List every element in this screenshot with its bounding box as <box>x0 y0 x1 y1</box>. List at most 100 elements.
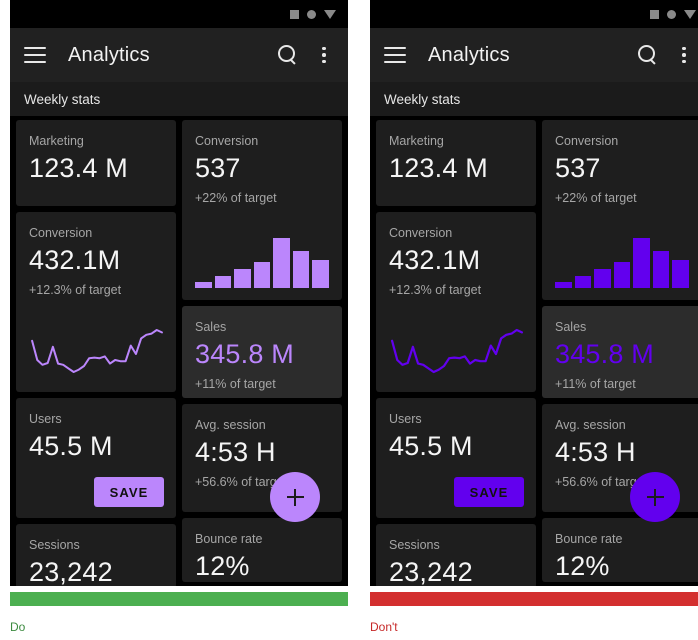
grid-column-right: Conversion 537 +22% of target Sales 345.… <box>182 120 342 586</box>
section-header-label: Weekly stats <box>24 91 101 107</box>
add-button[interactable] <box>270 472 320 522</box>
bar-7 <box>312 260 330 288</box>
card-value: 4:53 H <box>195 437 276 467</box>
card-label: Marketing <box>389 134 444 148</box>
bar-3 <box>234 268 251 288</box>
bar-6 <box>292 251 310 288</box>
bar-2 <box>574 275 592 288</box>
card-label: Bounce rate <box>195 532 263 546</box>
card-grid: Marketing 123.4 M Conversion 432.1M +12.… <box>370 116 698 586</box>
card-value: 123.4 M <box>389 153 488 183</box>
card-marketing[interactable]: Marketing 123.4 M <box>16 120 176 206</box>
bar-1 <box>555 282 572 288</box>
card-bounce-rate[interactable]: Bounce rate 12% <box>182 518 342 582</box>
grid-column-right: Conversion 537 +22% of target Sales 345.… <box>542 120 698 586</box>
square-icon <box>650 9 659 19</box>
card-value: 12% <box>555 551 610 581</box>
card-label: Avg. session <box>195 418 266 432</box>
card-conversion-432[interactable]: Conversion 432.1M +12.3% of target <box>16 212 176 392</box>
bar-4 <box>613 262 631 288</box>
card-label: Users <box>389 412 422 426</box>
card-value: 45.5 M <box>29 431 113 461</box>
do-label: Do <box>10 620 26 634</box>
overflow-menu-icon[interactable] <box>674 45 694 65</box>
card-value: 345.8 M <box>555 339 654 369</box>
hamburger-menu-icon[interactable] <box>384 47 406 63</box>
card-bounce-rate[interactable]: Bounce rate 12% <box>542 518 698 582</box>
plus-icon <box>646 488 664 506</box>
bar-5 <box>273 237 290 288</box>
save-button[interactable]: SAVE <box>454 477 524 507</box>
square-icon <box>290 9 299 19</box>
card-conversion-432[interactable]: Conversion 432.1M +12.3% of target <box>376 212 536 392</box>
card-value: 345.8 M <box>195 339 294 369</box>
card-users[interactable]: Users 45.5 M SAVE <box>376 398 536 518</box>
card-sales[interactable]: Sales 345.8 M +11% of target <box>542 306 698 398</box>
card-label: Marketing <box>29 134 84 148</box>
page-title: Analytics <box>68 43 150 66</box>
dont-panel: Analytics Weekly stats Marketing 123.4 M… <box>370 0 698 586</box>
card-subtext: +12.3% of target <box>29 283 122 297</box>
card-label: Bounce rate <box>555 532 623 546</box>
card-value: 432.1M <box>389 245 481 275</box>
bar-6 <box>652 251 670 288</box>
card-value: 23,242 <box>389 557 473 586</box>
bar-3 <box>594 268 611 288</box>
bar-chart-light <box>195 232 330 288</box>
card-label: Sales <box>555 320 587 334</box>
card-subtext: +22% of target <box>195 191 277 205</box>
card-subtext: +22% of target <box>555 191 637 205</box>
grid-column-left: Marketing 123.4 M Conversion 432.1M +12.… <box>16 120 176 586</box>
card-label: Avg. session <box>555 418 626 432</box>
search-icon[interactable] <box>276 44 298 66</box>
dont-indicator-bar <box>370 592 698 606</box>
section-header: Weekly stats <box>10 82 348 116</box>
card-value: 12% <box>195 551 250 581</box>
bar-1 <box>195 282 212 288</box>
card-value: 23,242 <box>29 557 113 586</box>
card-sales[interactable]: Sales 345.8 M +11% of target <box>182 306 342 398</box>
bar-4 <box>253 262 271 288</box>
sparkline-chart-deep <box>386 312 528 384</box>
card-label: Conversion <box>555 134 619 148</box>
dont-label: Don't <box>370 620 398 634</box>
section-header: Weekly stats <box>370 82 698 116</box>
save-button[interactable]: SAVE <box>94 477 164 507</box>
add-button[interactable] <box>630 472 680 522</box>
do-indicator-bar <box>10 592 348 606</box>
card-label: Conversion <box>389 226 453 240</box>
app-bar: Analytics <box>370 28 698 82</box>
circle-icon <box>307 9 316 19</box>
comparison-figure: Analytics Weekly stats Marketing 123.4 M… <box>0 0 698 640</box>
overflow-menu-icon[interactable] <box>314 45 334 65</box>
bar-7 <box>672 260 690 288</box>
card-marketing[interactable]: Marketing 123.4 M <box>376 120 536 206</box>
card-label: Sessions <box>389 538 440 552</box>
circle-icon <box>667 9 676 19</box>
triangle-down-icon <box>684 9 696 19</box>
card-label: Sessions <box>29 538 80 552</box>
bar-5 <box>633 237 650 288</box>
card-conversion-537[interactable]: Conversion 537 +22% of target <box>182 120 342 300</box>
bar-chart-deep <box>555 232 690 288</box>
card-subtext: +12.3% of target <box>389 283 482 297</box>
card-value: 123.4 M <box>29 153 128 183</box>
status-bar <box>370 0 698 28</box>
status-bar <box>10 0 348 28</box>
card-value: 537 <box>555 153 601 183</box>
section-header-label: Weekly stats <box>384 91 461 107</box>
card-label: Conversion <box>29 226 93 240</box>
card-sessions[interactable]: Sessions 23,242 <box>376 524 536 586</box>
card-sessions[interactable]: Sessions 23,242 <box>16 524 176 586</box>
search-icon[interactable] <box>636 44 658 66</box>
card-value: 537 <box>195 153 241 183</box>
card-value: 45.5 M <box>389 431 473 461</box>
hamburger-menu-icon[interactable] <box>24 47 46 63</box>
card-label: Conversion <box>195 134 259 148</box>
card-conversion-537[interactable]: Conversion 537 +22% of target <box>542 120 698 300</box>
app-bar: Analytics <box>10 28 348 82</box>
card-value: 432.1M <box>29 245 121 275</box>
card-users[interactable]: Users 45.5 M SAVE <box>16 398 176 518</box>
triangle-down-icon <box>324 9 336 19</box>
card-value: 4:53 H <box>555 437 636 467</box>
